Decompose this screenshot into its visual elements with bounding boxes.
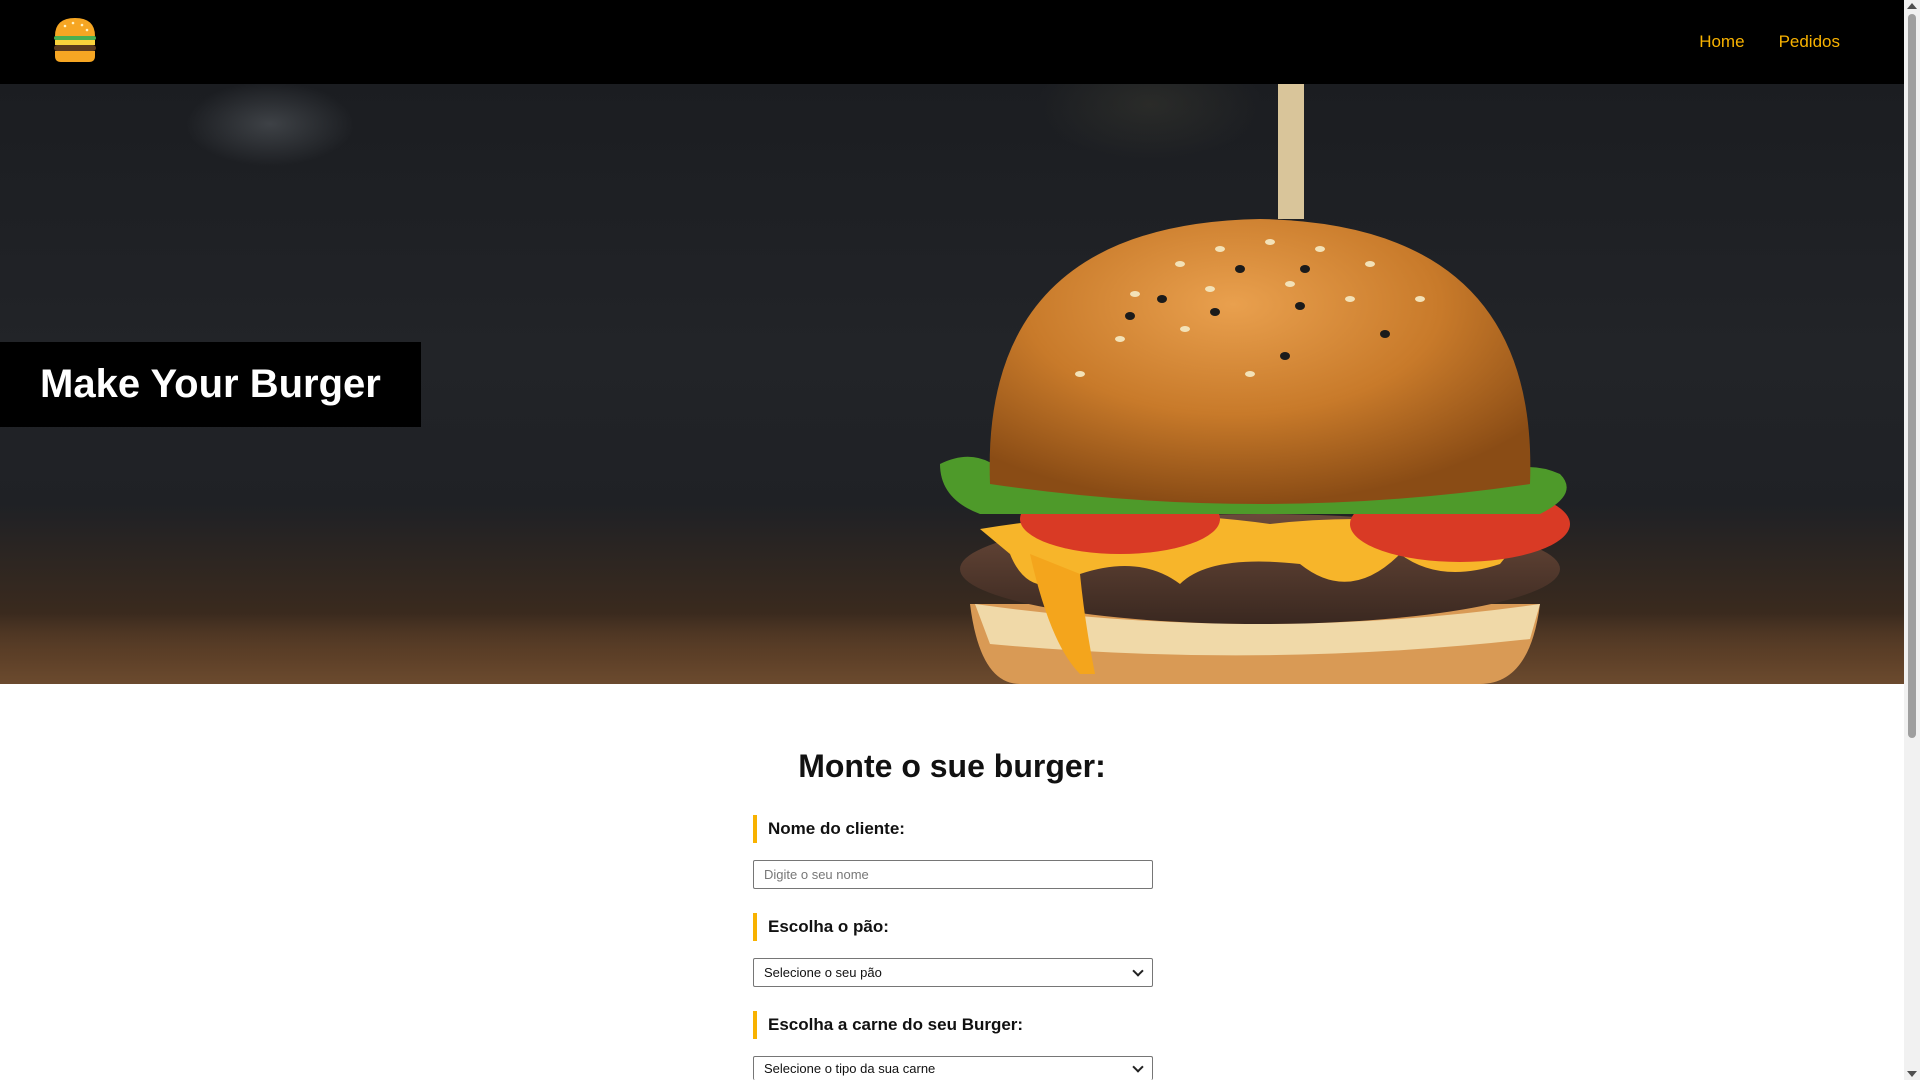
- hero-title: Make Your Burger: [40, 362, 381, 406]
- page-scrollbar[interactable]: [1904, 0, 1920, 1080]
- meat-select-value: Selecione o tipo da sua carne: [764, 1061, 936, 1076]
- scroll-down-icon[interactable]: [1907, 1071, 1917, 1077]
- hero-title-box: Make Your Burger: [0, 342, 421, 427]
- nav-link-pedidos[interactable]: Pedidos: [1779, 32, 1840, 52]
- chevron-down-icon: [1132, 964, 1144, 977]
- name-input[interactable]: [753, 860, 1153, 889]
- hero-banner: Make Your Burger: [0, 84, 1904, 684]
- meat-select[interactable]: Selecione o tipo da sua carne: [753, 1056, 1153, 1080]
- burger-logo-icon[interactable]: [53, 16, 97, 64]
- name-field-label: Nome do cliente:: [753, 815, 905, 843]
- bread-select[interactable]: Selecione o seu pão: [753, 958, 1153, 987]
- chevron-down-icon: [1132, 1060, 1144, 1073]
- burger-photo: [940, 84, 1570, 684]
- nav-link-home[interactable]: Home: [1699, 32, 1744, 52]
- bread-select-value: Selecione o seu pão: [764, 965, 882, 980]
- navbar: Home Pedidos: [0, 0, 1904, 84]
- bread-field-label: Escolha o pão:: [753, 913, 889, 941]
- form-title: Monte o sue burger:: [798, 748, 1106, 784]
- scrollbar-thumb[interactable]: [1908, 14, 1916, 738]
- nav-links: Home Pedidos: [1699, 0, 1840, 84]
- meat-field-label: Escolha a carne do seu Burger:: [753, 1011, 1023, 1039]
- scroll-up-icon[interactable]: [1907, 3, 1917, 9]
